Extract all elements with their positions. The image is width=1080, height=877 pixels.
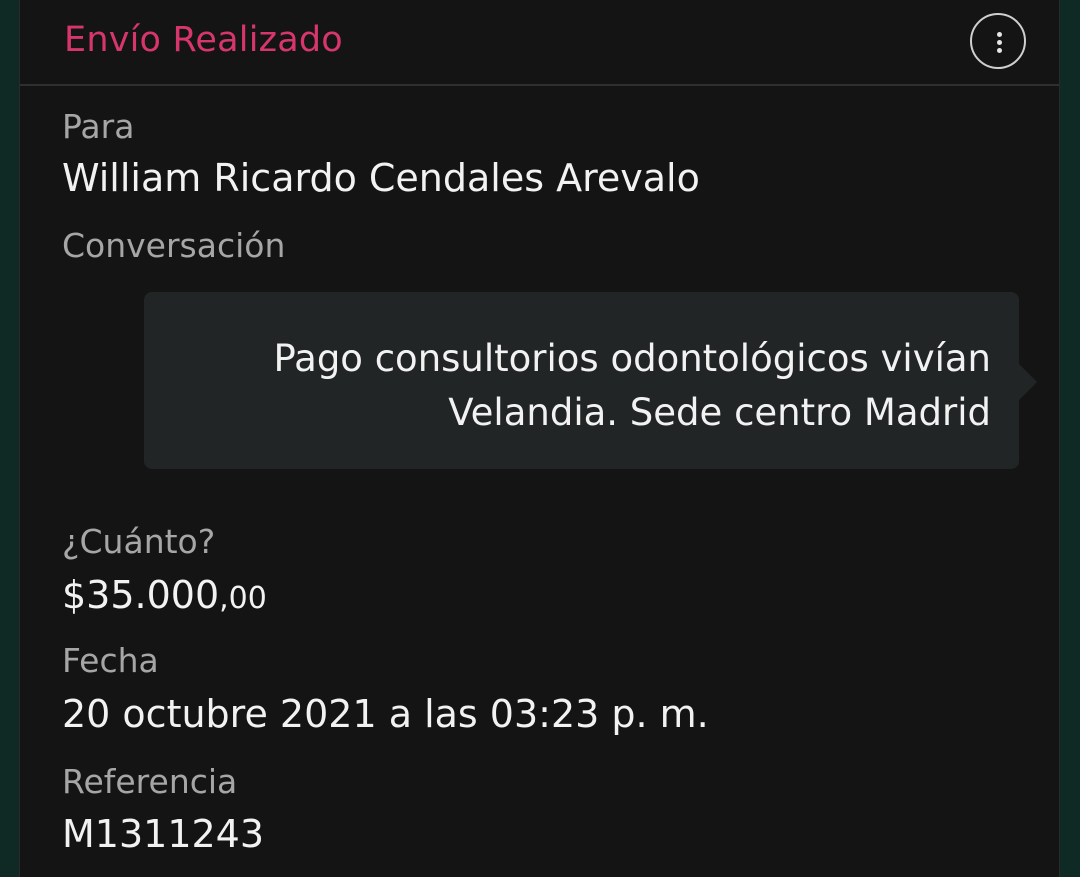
reference-label: Referencia <box>62 762 238 801</box>
reference-value: M1311243 <box>62 812 265 856</box>
conversation-label: Conversación <box>62 226 286 265</box>
more-options-button[interactable] <box>970 13 1026 69</box>
amount-cents: ,00 <box>219 581 267 616</box>
page-title: Envío Realizado <box>64 20 343 60</box>
recipient-label: Para <box>62 107 135 146</box>
amount-main: $35.000 <box>62 573 220 617</box>
more-vertical-icon-dot-3 <box>997 48 1002 53</box>
amount-label: ¿Cuánto? <box>62 522 216 561</box>
more-vertical-icon <box>997 32 1002 37</box>
detail-header: Envío Realizado <box>20 0 1059 86</box>
date-label: Fecha <box>62 641 159 680</box>
date-value: 20 octubre 2021 a las 03:23 p. m. <box>62 692 709 736</box>
transfer-detail-card: Envío Realizado Para William Ricardo Cen… <box>19 0 1060 877</box>
message-bubble: Pago consultorios odontológicos vivían V… <box>144 292 1019 469</box>
more-vertical-icon-dot-2 <box>997 40 1002 45</box>
message-line-1: Pago consultorios odontológicos vivían <box>273 337 992 380</box>
message-line-2: Velandia. Sede centro Madrid <box>448 391 991 434</box>
message-bubble-tail <box>1019 364 1037 400</box>
amount-value: $35.000,00 <box>62 573 267 617</box>
recipient-name: William Ricardo Cendales Arevalo <box>62 156 700 200</box>
